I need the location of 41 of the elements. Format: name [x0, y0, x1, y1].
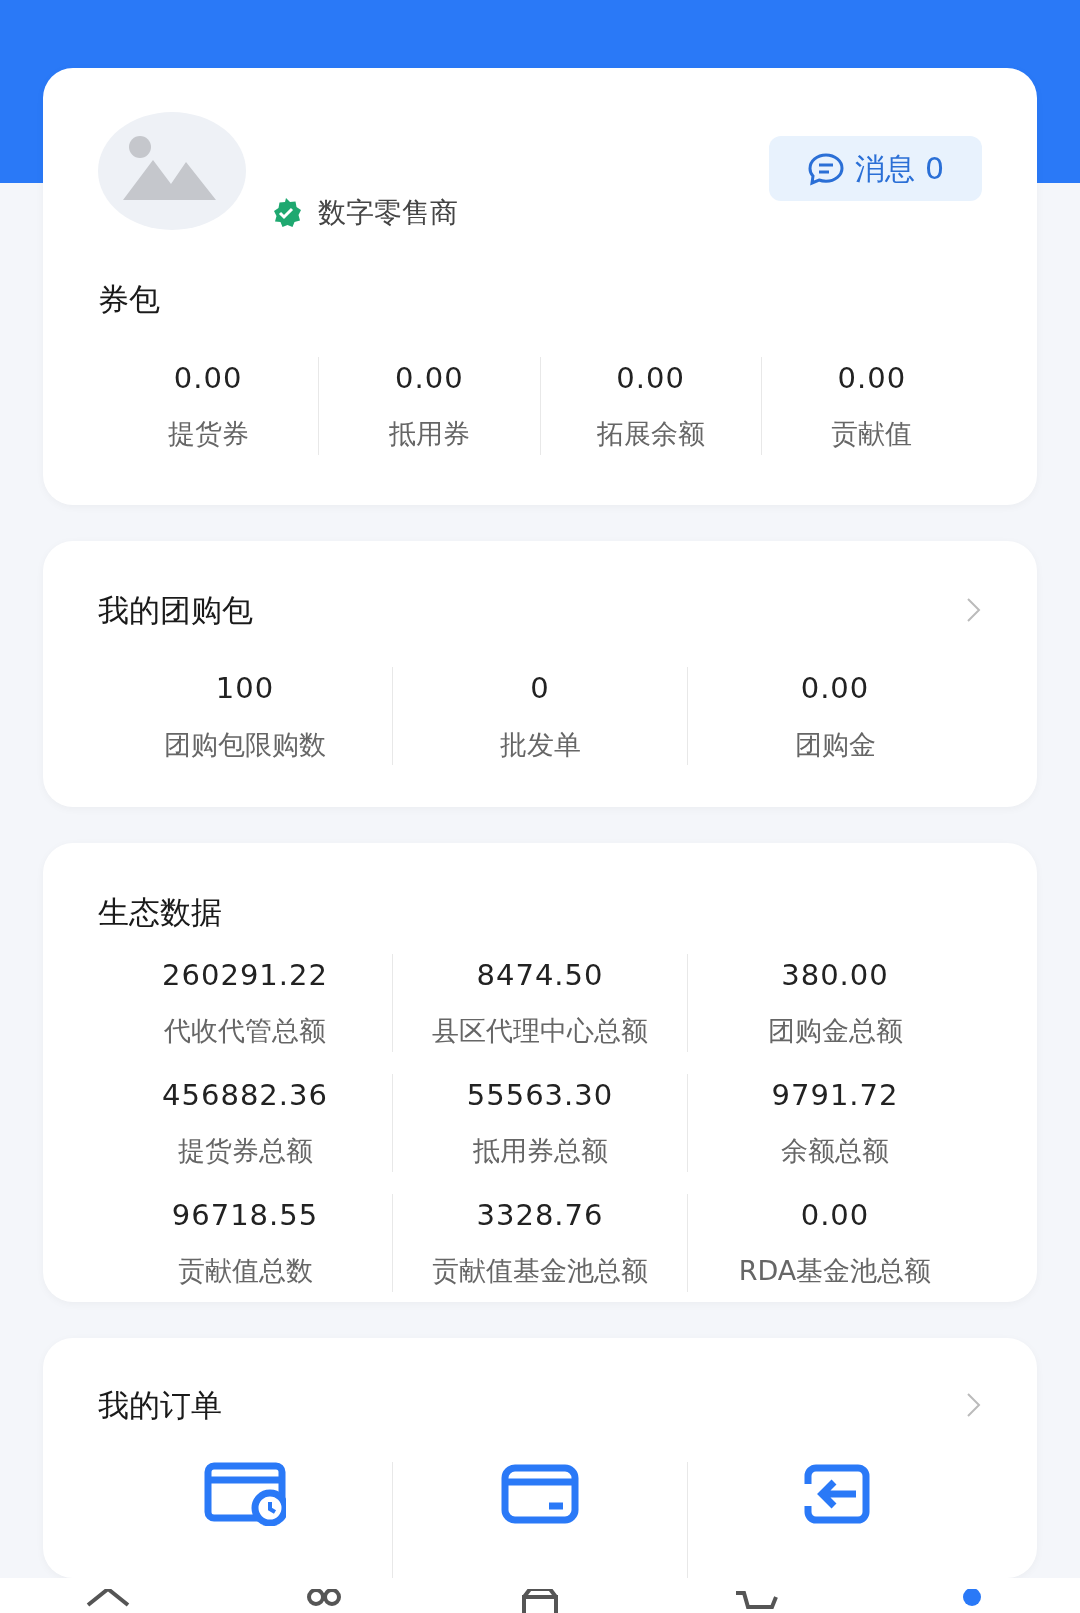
messages-button[interactable]: 消息 0: [769, 136, 982, 201]
stat-label: 团购金总额: [767, 1014, 903, 1048]
stat-label: 拓展余额: [596, 417, 705, 451]
stat-label: 县区代理中心总额: [432, 1014, 648, 1048]
stat-value: 0.00: [800, 1196, 870, 1234]
stat-value: 96718.55: [171, 1196, 319, 1234]
stat-value: 100: [215, 670, 275, 707]
stat-label: 余额总额: [781, 1134, 889, 1168]
stat-value: 0.00: [173, 359, 243, 397]
message-icon: [807, 151, 846, 186]
stat-value: 0.00: [800, 670, 870, 707]
stat-label: RDA基金池总额: [738, 1254, 932, 1288]
wallet-icon[interactable]: [499, 1462, 581, 1526]
role-label: 数字零售商: [318, 195, 458, 231]
section-title: 券包: [98, 280, 161, 319]
stat-value: 380.00: [781, 956, 889, 994]
stat-label: 贡献值总数: [177, 1254, 313, 1288]
section-title: 生态数据: [98, 893, 222, 932]
stat-value: 0.00: [837, 359, 907, 397]
stat-label: 抵用券: [388, 417, 470, 451]
stat-label: 抵用券总额: [472, 1134, 608, 1168]
stat-label: 团购金: [794, 727, 876, 762]
stat-value: 260291.22: [162, 956, 328, 994]
stat-label: 代收代管总额: [164, 1014, 326, 1048]
card-clock-icon[interactable]: [204, 1462, 286, 1526]
stat-value: 8474.50: [476, 956, 604, 994]
stat-value: 9791.72: [771, 1076, 899, 1114]
stat-label: 贡献值基金池总额: [432, 1254, 648, 1288]
stat-label: 提货券: [167, 417, 249, 451]
stat-label: 提货券总额: [177, 1134, 313, 1168]
stat-label: 团购包限购数: [164, 727, 326, 762]
stat-label: 批发单: [499, 727, 581, 762]
stat-value: 0: [530, 670, 550, 707]
stat-value: 3328.76: [476, 1196, 604, 1234]
stat-value: 0.00: [616, 359, 685, 397]
stat-value: 456882.36: [162, 1076, 328, 1114]
stat-value: 0.00: [395, 359, 464, 397]
stat-value: 55563.30: [466, 1076, 614, 1114]
stat-label: 贡献值: [831, 417, 913, 451]
section-title: 我的团购包: [98, 590, 253, 630]
section-title: 我的订单: [98, 1385, 222, 1425]
